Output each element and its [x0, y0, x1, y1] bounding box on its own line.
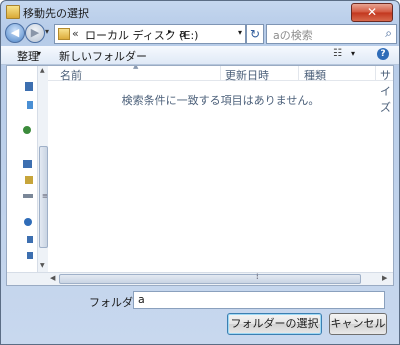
scrollbar-thumb[interactable]: ≡ [39, 146, 48, 248]
select-folder-button[interactable]: フォルダーの選択 [227, 313, 322, 335]
column-divider[interactable] [220, 66, 221, 80]
browser-area: ▲ ≡ ▼ ▲ 名前 更新日時 種類 サイズ 検索条件に一致する項目はありません… [6, 65, 394, 286]
computer-icon [25, 82, 33, 91]
column-name[interactable]: 名前 [60, 67, 82, 83]
new-folder-button[interactable]: 新しいフォルダー [59, 48, 147, 64]
organize-button[interactable]: 整理 [17, 48, 39, 64]
column-divider[interactable] [375, 66, 376, 80]
sort-icon: ▲ [133, 66, 139, 70]
history-dropdown-icon[interactable]: ▾ [45, 27, 49, 36]
folder-field[interactable]: a [133, 291, 385, 309]
back-button[interactable]: ◀ [5, 23, 25, 43]
dialog-window: 移動先の選択 ✕ ◀ ▶ ▾ « ローカル ディスク (E:) ▸ a ▾ ↻ … [0, 0, 400, 345]
horizontal-scrollbar[interactable]: ◀ ⁞ ▶ [7, 272, 393, 285]
views-icon[interactable]: ☷ [333, 48, 342, 59]
breadcrumb-overflow[interactable]: « [72, 27, 79, 40]
navigation-pane-icons [23, 82, 33, 259]
chevron-down-icon[interactable]: ▾ [37, 49, 41, 58]
scroll-right-icon[interactable]: ▶ [382, 274, 387, 282]
navigation-pane[interactable] [7, 66, 37, 272]
chevron-down-icon[interactable]: ▾ [351, 49, 355, 58]
navigation-row: ◀ ▶ ▾ « ローカル ディスク (E:) ▸ a ▾ ↻ aの検索 ⌕ [1, 23, 399, 45]
computer-icon [23, 160, 32, 168]
breadcrumb-folder[interactable]: a [179, 27, 186, 40]
empty-message: 検索条件に一致する項目はありません。 [121, 94, 320, 107]
scroll-left-icon[interactable]: ◀ [50, 274, 55, 282]
drive-icon [23, 194, 33, 198]
address-bar[interactable]: « ローカル ディスク (E:) ▸ a ▾ [54, 24, 246, 44]
music-icon [27, 101, 33, 109]
refresh-button[interactable]: ↻ [246, 24, 264, 44]
address-dropdown-icon[interactable]: ▾ [238, 28, 242, 37]
drive-icon [25, 176, 33, 184]
grip-icon: ≡ [42, 192, 48, 200]
search-input[interactable]: aの検索 ⌕ [266, 24, 397, 44]
network-icon [24, 218, 32, 226]
column-modified[interactable]: 更新日時 [225, 67, 269, 83]
scroll-down-icon[interactable]: ▼ [40, 262, 45, 269]
scroll-up-icon[interactable]: ▲ [40, 67, 45, 74]
column-type[interactable]: 種類 [304, 67, 326, 83]
grip-icon: ⁞ [256, 272, 259, 281]
help-icon[interactable]: ? [377, 48, 389, 60]
homegroup-icon [23, 126, 31, 134]
file-list[interactable]: ▲ 名前 更新日時 種類 サイズ 検索条件に一致する項目はありません。 [48, 66, 393, 272]
folder-icon [6, 5, 20, 19]
cancel-button[interactable]: キャンセル [329, 313, 387, 335]
forward-button[interactable]: ▶ [25, 23, 45, 43]
close-button[interactable]: ✕ [351, 3, 393, 22]
folder-icon [58, 28, 70, 40]
navigation-scrollbar[interactable]: ▲ ≡ ▼ [37, 66, 48, 272]
search-icon[interactable]: ⌕ [385, 26, 392, 41]
column-divider[interactable] [298, 66, 299, 80]
title-bar[interactable]: 移動先の選択 ✕ [1, 1, 399, 23]
scrollbar-thumb[interactable]: ⁞ [59, 272, 361, 284]
window-title: 移動先の選択 [23, 7, 89, 20]
computer-icon [27, 236, 33, 243]
folder-value: a [138, 293, 145, 306]
search-placeholder: aの検索 [273, 29, 313, 42]
breadcrumb-separator-icon[interactable]: ▸ [168, 27, 172, 36]
command-toolbar: 整理 ▾ 新しいフォルダー ☷ ▾ ? [1, 46, 399, 65]
column-header-row: ▲ 名前 更新日時 種類 サイズ [48, 66, 393, 114]
computer-icon [27, 252, 33, 259]
